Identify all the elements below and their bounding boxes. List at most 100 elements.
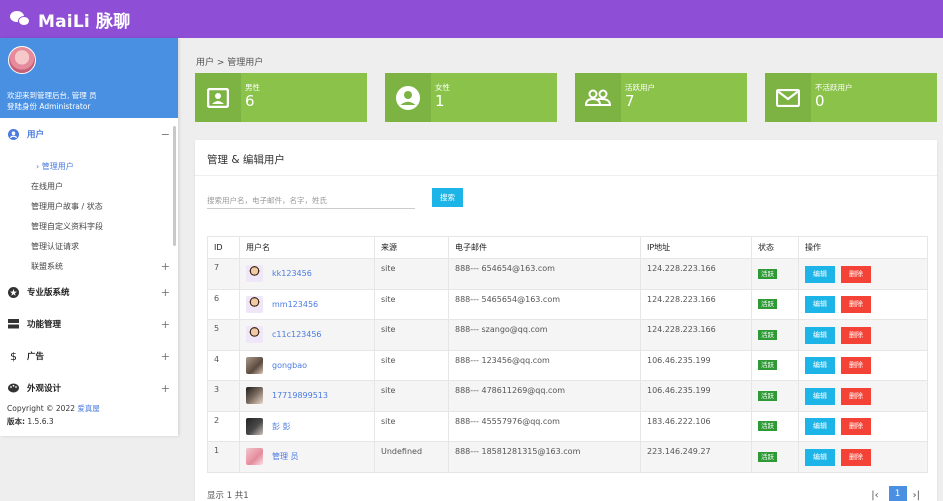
expand-icon[interactable]: + — [161, 382, 170, 395]
pagination: |‹ 1 ›| — [865, 486, 920, 501]
sidebar-item-label: 在线用户 — [31, 181, 63, 191]
nav-group-features[interactable]: 功能管理 + — [0, 314, 178, 334]
user-avatar[interactable] — [246, 326, 263, 344]
cell-source: site — [374, 380, 449, 412]
sidebar-item-affiliates[interactable]: 联盟系统 + — [0, 256, 178, 276]
delete-button[interactable]: 删除 — [841, 418, 871, 436]
edit-button[interactable]: 编辑 — [805, 418, 835, 436]
delete-button[interactable]: 删除 — [841, 265, 871, 283]
nav-group-users[interactable]: 用户 − — [0, 124, 178, 144]
stat-card-male: 男性 6 — [195, 73, 367, 122]
stat-card-active: 活跃用户 7 — [575, 73, 747, 122]
username-link[interactable]: gongbao — [272, 361, 307, 370]
users-panel: 管理 & 编辑用户 搜索 ID 用户名 来源 电子邮件 IP地址 状态 操作 7… — [195, 140, 937, 501]
top-bar: MaiLi 脉聊 — [0, 0, 943, 38]
sidebar-item-online-users[interactable]: 在线用户 — [0, 176, 178, 196]
table-row: 6 mm123456 site 888--- 5465654@163.com 1… — [207, 289, 928, 320]
username-link[interactable]: kk123456 — [272, 269, 312, 278]
first-page-button[interactable]: |‹ — [871, 490, 878, 501]
search-input[interactable] — [207, 192, 415, 209]
table-row: 2 彭 彭 site 888--- 45557976@qq.com 183.46… — [207, 411, 928, 442]
col-source[interactable]: 来源 — [374, 236, 449, 259]
table-row: 4 gongbao site 888--- 123456@qq.com 106.… — [207, 350, 928, 381]
sidebar-item-user-stories[interactable]: 管理用户故事 / 状态 — [0, 196, 178, 216]
panel-title: 管理 & 编辑用户 — [195, 140, 937, 176]
cell-email: 888--- 478611269@qq.com — [448, 380, 641, 412]
last-page-button[interactable]: ›| — [913, 490, 920, 501]
sidebar-scrollbar[interactable] — [173, 126, 176, 246]
username-link[interactable]: 彭 彭 — [272, 421, 291, 432]
sidebar-item-label: 管理自定义资料字段 — [31, 221, 103, 231]
stat-card-inactive: 不活跃用户 0 — [765, 73, 937, 122]
cell-ip: 106.46.235.199 — [640, 350, 752, 381]
col-ip[interactable]: IP地址 — [640, 236, 752, 259]
search-button[interactable]: 搜索 — [432, 188, 463, 207]
storage-icon — [8, 319, 19, 330]
sidebar-item-label: › 管理用户 — [36, 161, 74, 171]
expand-icon[interactable]: + — [161, 318, 170, 331]
delete-button[interactable]: 删除 — [841, 448, 871, 466]
username-link[interactable]: mm123456 — [272, 300, 318, 309]
username-link[interactable]: 17719899513 — [272, 391, 328, 400]
edit-button[interactable]: 编辑 — [805, 265, 835, 283]
delete-button[interactable]: 删除 — [841, 357, 871, 375]
username-link[interactable]: 管理 员 — [272, 451, 299, 462]
user-avatar[interactable] — [246, 295, 263, 313]
edit-button[interactable]: 编辑 — [805, 387, 835, 405]
status-badge: 活跃 — [758, 360, 777, 371]
page-button-current[interactable]: 1 — [888, 486, 907, 501]
nav-group-pro[interactable]: 专业版系统 + — [0, 282, 178, 302]
cell-id: 5 — [207, 319, 240, 351]
sidebar-item-custom-fields[interactable]: 管理自定义资料字段 — [0, 216, 178, 236]
avatar[interactable] — [8, 46, 36, 74]
id-card-icon — [195, 73, 241, 122]
brand-name[interactable]: MaiLi 脉聊 — [38, 7, 130, 32]
cell-id: 1 — [207, 441, 240, 473]
nav-group-label: 功能管理 — [27, 320, 62, 330]
col-email[interactable]: 电子邮件 — [448, 236, 641, 259]
cell-ip: 106.46.235.199 — [640, 380, 752, 412]
expand-icon[interactable]: + — [161, 260, 170, 273]
cell-id: 7 — [207, 258, 240, 290]
user-avatar[interactable] — [246, 417, 263, 435]
user-avatar[interactable] — [246, 356, 263, 374]
user-panel: 欢迎来到管理后台, 管理 员 登陆身份 Administrator — [0, 38, 178, 118]
sidebar-item-label: 管理认证请求 — [31, 241, 79, 251]
edit-button[interactable]: 编辑 — [805, 296, 835, 314]
col-status: 状态 — [751, 236, 799, 259]
table-row: 5 c11c123456 site 888--- szango@qq.com 1… — [207, 319, 928, 351]
user-avatar[interactable] — [246, 448, 263, 466]
delete-button[interactable]: 删除 — [841, 296, 871, 314]
username-link[interactable]: c11c123456 — [272, 330, 322, 339]
stat-value: 6 — [245, 92, 255, 110]
col-id[interactable]: ID — [207, 236, 240, 259]
chat-bubbles-icon — [10, 11, 32, 27]
cell-ip: 124.228.223.166 — [640, 258, 752, 290]
nav-group-ads[interactable]: $ 广告 + — [0, 346, 178, 366]
users-table: ID 用户名 来源 电子邮件 IP地址 状态 操作 7 kk123456 sit… — [207, 236, 928, 473]
nav-group-label: 广告 — [27, 352, 45, 362]
stat-card-female: 女性 1 — [385, 73, 557, 122]
edit-button[interactable]: 编辑 — [805, 448, 835, 466]
edit-button[interactable]: 编辑 — [805, 357, 835, 375]
cell-ip: 124.228.223.166 — [640, 289, 752, 320]
cell-source: site — [374, 258, 449, 290]
expand-icon[interactable]: + — [161, 286, 170, 299]
edit-button[interactable]: 编辑 — [805, 326, 835, 344]
sidebar-item-verification[interactable]: 管理认证请求 — [0, 236, 178, 256]
table-row: 3 17719899513 site 888--- 478611269@qq.c… — [207, 380, 928, 412]
col-username[interactable]: 用户名 — [239, 236, 375, 259]
nav-group-label: 专业版系统 — [27, 288, 70, 298]
status-badge: 活跃 — [758, 299, 777, 310]
expand-icon[interactable]: + — [161, 350, 170, 363]
user-circle-icon — [8, 128, 19, 140]
collapse-icon[interactable]: − — [161, 128, 170, 141]
cell-source: site — [374, 319, 449, 351]
user-avatar[interactable] — [246, 265, 263, 283]
copyright-link[interactable]: 爱真屋 — [77, 404, 100, 413]
sidebar-item-manage-users[interactable]: › 管理用户 — [0, 156, 178, 176]
user-avatar[interactable] — [246, 387, 263, 405]
delete-button[interactable]: 删除 — [841, 387, 871, 405]
delete-button[interactable]: 删除 — [841, 326, 871, 344]
nav-group-appearance[interactable]: 外观设计 + — [0, 378, 178, 398]
